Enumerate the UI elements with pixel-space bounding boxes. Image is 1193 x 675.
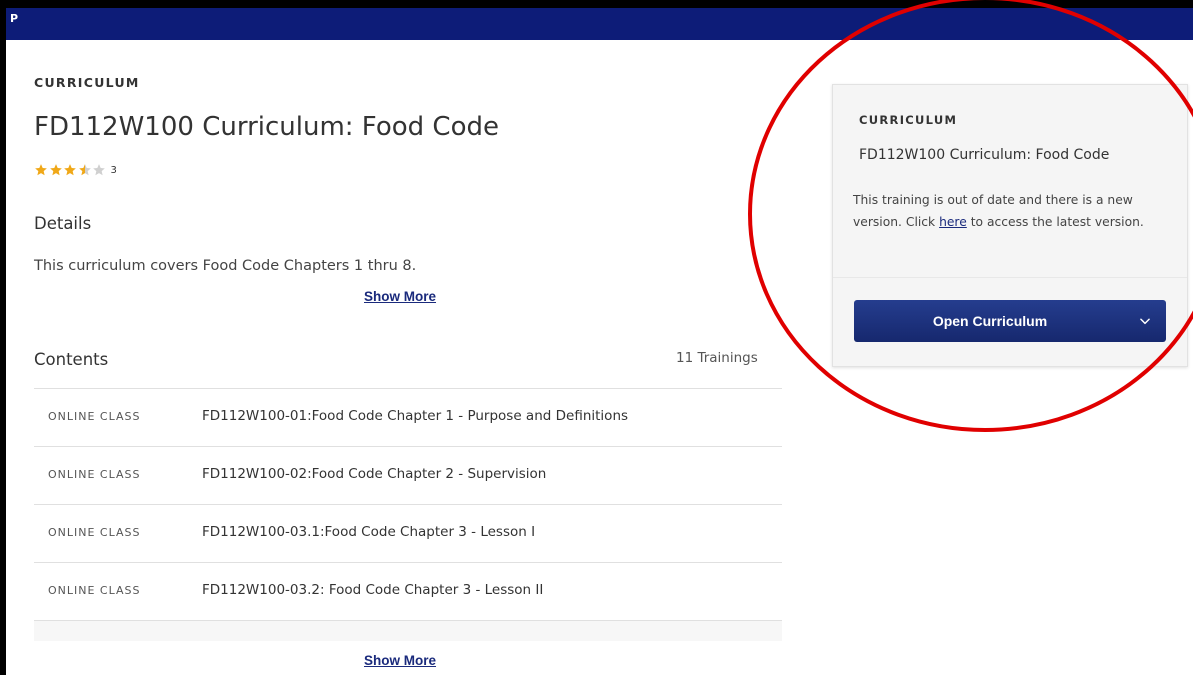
contents-list: ONLINE CLASS FD112W100-01:Food Code Chap… [34,388,782,641]
star-icon [64,164,76,176]
latest-version-link[interactable]: here [939,215,967,229]
contents-heading: Contents [34,350,109,369]
star-empty-icon [93,164,105,176]
show-more-details-link[interactable]: Show More [364,289,436,304]
rating-count: 3 [110,164,117,176]
star-icon [49,164,62,176]
card-divider [833,277,1187,278]
top-navigation-bar: P [6,8,1193,40]
trainings-count: 11 Trainings [676,350,758,366]
training-type-label: ONLINE CLASS [48,526,141,539]
window-frame-left [0,0,6,675]
training-title[interactable]: FD112W100-03.2: Food Code Chapter 3 - Le… [202,582,543,598]
topbar-logo-letter: P [10,12,19,25]
message-text-end: to access the latest version. [966,215,1144,229]
training-type-label: ONLINE CLASS [48,468,141,481]
card-title: FD112W100 Curriculum: Food Code [859,147,1110,163]
chevron-down-icon[interactable] [1138,314,1152,328]
curriculum-description: This curriculum covers Food Code Chapter… [34,258,417,274]
list-fade-overlay [34,620,782,641]
star-icon [35,164,47,176]
star-rating: 3 [34,163,117,177]
curriculum-action-card: CURRICULUM FD112W100 Curriculum: Food Co… [832,84,1188,367]
training-row[interactable]: ONLINE CLASS FD112W100-01:Food Code Chap… [34,388,782,446]
training-row[interactable]: ONLINE CLASS FD112W100-03.1:Food Code Ch… [34,504,782,562]
training-title[interactable]: FD112W100-01:Food Code Chapter 1 - Purpo… [202,408,628,424]
open-curriculum-label: Open Curriculum [932,313,1048,329]
details-heading: Details [34,214,92,233]
training-row[interactable]: ONLINE CLASS FD112W100-03.2: Food Code C… [34,562,782,620]
open-curriculum-button[interactable]: Open Curriculum [854,300,1166,342]
training-title[interactable]: FD112W100-02:Food Code Chapter 2 - Super… [202,466,546,482]
card-type-label: CURRICULUM [859,113,958,127]
curriculum-type-label: CURRICULUM [34,75,140,90]
page-title: FD112W100 Curriculum: Food Code [34,112,499,142]
out-of-date-message: This training is out of date and there i… [853,189,1173,233]
window-frame-top [0,0,1193,8]
training-type-label: ONLINE CLASS [48,410,141,423]
show-more-contents-link[interactable]: Show More [364,653,436,668]
training-title[interactable]: FD112W100-03.1:Food Code Chapter 3 - Les… [202,524,535,540]
training-row[interactable]: ONLINE CLASS FD112W100-02:Food Code Chap… [34,446,782,504]
training-type-label: ONLINE CLASS [48,584,141,597]
star-half-icon [78,164,91,176]
